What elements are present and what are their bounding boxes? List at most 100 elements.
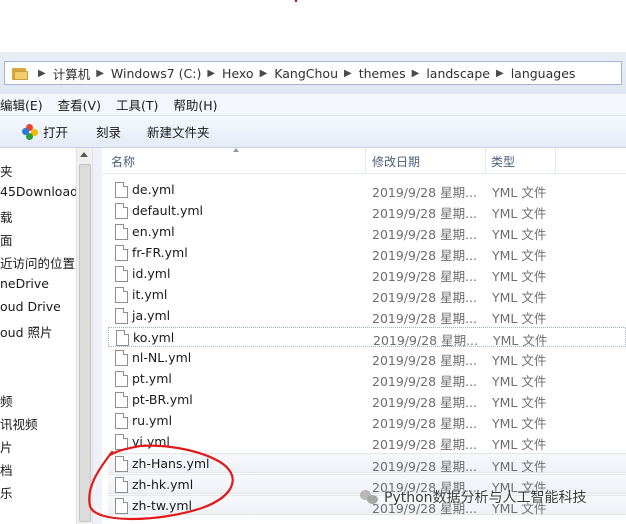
table-row-focused[interactable]: ko.yml 2019/9/28 星期... YML 文件 — [108, 327, 626, 348]
burn-button[interactable]: 刻录 — [96, 122, 121, 141]
address-bar[interactable]: ▶ 计算机 ▶ Windows7 (C:) ▶ Hexo ▶ KangChou … — [4, 61, 622, 85]
file-icon — [115, 413, 128, 429]
table-row[interactable]: en.yml 2019/9/28 星期... YML 文件 — [108, 222, 626, 242]
file-name: ko.yml — [133, 330, 175, 345]
scroll-up-icon[interactable] — [80, 152, 88, 157]
breadcrumb-computer[interactable]: 计算机 — [53, 64, 91, 83]
chevron-right-icon[interactable]: ▶ — [260, 68, 268, 79]
file-type: YML 文件 — [492, 311, 547, 326]
file-name: id.yml — [132, 266, 171, 281]
table-row[interactable]: pt-BR.yml 2019/9/28 星期... YML 文件 — [108, 390, 626, 410]
table-row[interactable]: zh-Hans.yml 2019/9/28 星期... YML 文件 — [108, 453, 626, 474]
table-row[interactable]: ru.yml 2019/9/28 星期... YML 文件 — [108, 411, 626, 431]
file-date: 2019/9/28 星期... — [372, 459, 477, 474]
file-icon — [115, 371, 128, 387]
nav-scrollbar[interactable] — [76, 148, 93, 524]
breadcrumb-languages[interactable]: languages — [511, 66, 576, 81]
nav-item-music[interactable]: 乐 — [0, 483, 13, 502]
red-dot-mark — [295, 0, 297, 2]
column-divider[interactable] — [485, 148, 486, 173]
column-header-type[interactable]: 类型 — [491, 153, 515, 170]
file-icon — [115, 477, 128, 493]
nav-item-tencent-video[interactable]: 讯视频 — [0, 414, 38, 433]
file-name: zh-Hans.yml — [132, 456, 210, 471]
chevron-right-icon[interactable]: ▶ — [496, 68, 504, 79]
breadcrumb-kangchou[interactable]: KangChou — [274, 66, 338, 81]
menu-tools[interactable]: 工具(T) — [116, 95, 158, 114]
menu-edit[interactable]: 编辑(E) — [0, 95, 43, 114]
new-folder-button[interactable]: 新建文件夹 — [147, 122, 210, 141]
file-name: vi.yml — [132, 434, 170, 449]
file-icon — [115, 224, 128, 240]
nav-item-icloud-photos[interactable]: oud 照片 — [0, 322, 52, 341]
column-divider[interactable] — [365, 148, 366, 173]
file-type: YML 文件 — [492, 374, 547, 389]
file-icon — [115, 203, 128, 219]
file-name: it.yml — [132, 287, 168, 302]
nav-item-onedrive[interactable]: neDrive — [0, 276, 49, 291]
column-header-name[interactable]: 名称 — [111, 153, 135, 170]
breadcrumb-landscape[interactable]: landscape — [426, 66, 490, 81]
open-icon — [22, 123, 38, 140]
nav-item-desktop[interactable]: 面 — [0, 230, 13, 249]
nav-item-downloads-folder[interactable]: 45Download — [0, 184, 76, 199]
file-type: YML 文件 — [492, 395, 547, 410]
table-row[interactable]: id.yml 2019/9/28 星期... YML 文件 — [108, 264, 626, 284]
file-icon — [115, 287, 128, 303]
file-name: ja.yml — [132, 308, 171, 323]
file-type: YML 文件 — [492, 353, 547, 368]
chevron-right-icon[interactable]: ▶ — [412, 68, 420, 79]
file-name: zh-tw.yml — [132, 498, 192, 513]
table-row[interactable]: default.yml 2019/9/28 星期... YML 文件 — [108, 201, 626, 221]
nav-item-downloads[interactable]: 载 — [0, 207, 13, 226]
menu-bar: 编辑(E) 查看(V) 工具(T) 帮助(H) — [0, 94, 626, 116]
file-icon — [115, 308, 128, 324]
file-icon — [115, 434, 128, 450]
table-row[interactable]: de.yml 2019/9/28 星期... YML 文件 — [108, 180, 626, 200]
table-row[interactable]: it.yml 2019/9/28 星期... YML 文件 — [108, 285, 626, 305]
menu-view[interactable]: 查看(V) — [58, 95, 101, 114]
nav-item-documents[interactable]: 档 — [0, 460, 13, 479]
file-date: 2019/9/28 星期... — [372, 374, 477, 389]
open-button[interactable]: 打开 — [22, 122, 68, 141]
table-row[interactable]: fr-FR.yml 2019/9/28 星期... YML 文件 — [108, 243, 626, 263]
file-icon — [115, 456, 128, 472]
table-row[interactable]: vi.yml 2019/9/28 星期... YML 文件 — [108, 432, 626, 452]
open-label: 打开 — [43, 125, 69, 140]
breadcrumb-drive[interactable]: Windows7 (C:) — [111, 66, 201, 81]
column-header-row: 名称 修改日期 类型 — [102, 148, 626, 174]
file-icon — [116, 330, 129, 346]
nav-item-videos[interactable]: 频 — [0, 391, 13, 410]
file-type: YML 文件 — [492, 459, 547, 474]
column-divider[interactable] — [555, 148, 556, 173]
chevron-right-icon[interactable]: ▶ — [207, 68, 215, 79]
chevron-right-icon[interactable]: ▶ — [344, 68, 352, 79]
top-margin — [0, 0, 626, 52]
pane-splitter[interactable] — [93, 148, 102, 524]
nav-item-favorites[interactable]: 夹 — [0, 161, 13, 180]
nav-item-pictures[interactable]: 片 — [0, 437, 13, 456]
table-row[interactable]: pt.yml 2019/9/28 星期... YML 文件 — [108, 369, 626, 389]
nav-scroll-thumb[interactable] — [79, 164, 91, 522]
menu-help[interactable]: 帮助(H) — [173, 95, 217, 114]
file-type: YML 文件 — [493, 333, 548, 348]
file-name: pt-BR.yml — [132, 392, 193, 407]
file-name: ru.yml — [132, 413, 173, 428]
chevron-right-icon[interactable]: ▶ — [96, 68, 104, 79]
file-date: 2019/9/28 星期... — [372, 248, 477, 263]
file-icon — [115, 498, 128, 514]
breadcrumb-hexo[interactable]: Hexo — [222, 66, 254, 81]
file-name: de.yml — [132, 182, 175, 197]
file-date: 2019/9/28 星期... — [372, 311, 477, 326]
column-header-date[interactable]: 修改日期 — [372, 153, 420, 170]
file-name: fr-FR.yml — [132, 245, 188, 260]
file-date: 2019/9/28 星期... — [372, 269, 477, 284]
table-row[interactable]: nl-NL.yml 2019/9/28 星期... YML 文件 — [108, 348, 626, 368]
file-date: 2019/9/28 星期... — [372, 353, 477, 368]
chevron-right-icon[interactable]: ▶ — [38, 68, 46, 79]
file-date: 2019/9/28 星期... — [373, 333, 478, 348]
nav-item-recent-places[interactable]: 近访问的位置 — [0, 253, 75, 272]
nav-item-icloud-drive[interactable]: oud Drive — [0, 299, 61, 314]
table-row[interactable]: ja.yml 2019/9/28 星期... YML 文件 — [108, 306, 626, 326]
breadcrumb-themes[interactable]: themes — [359, 66, 406, 81]
